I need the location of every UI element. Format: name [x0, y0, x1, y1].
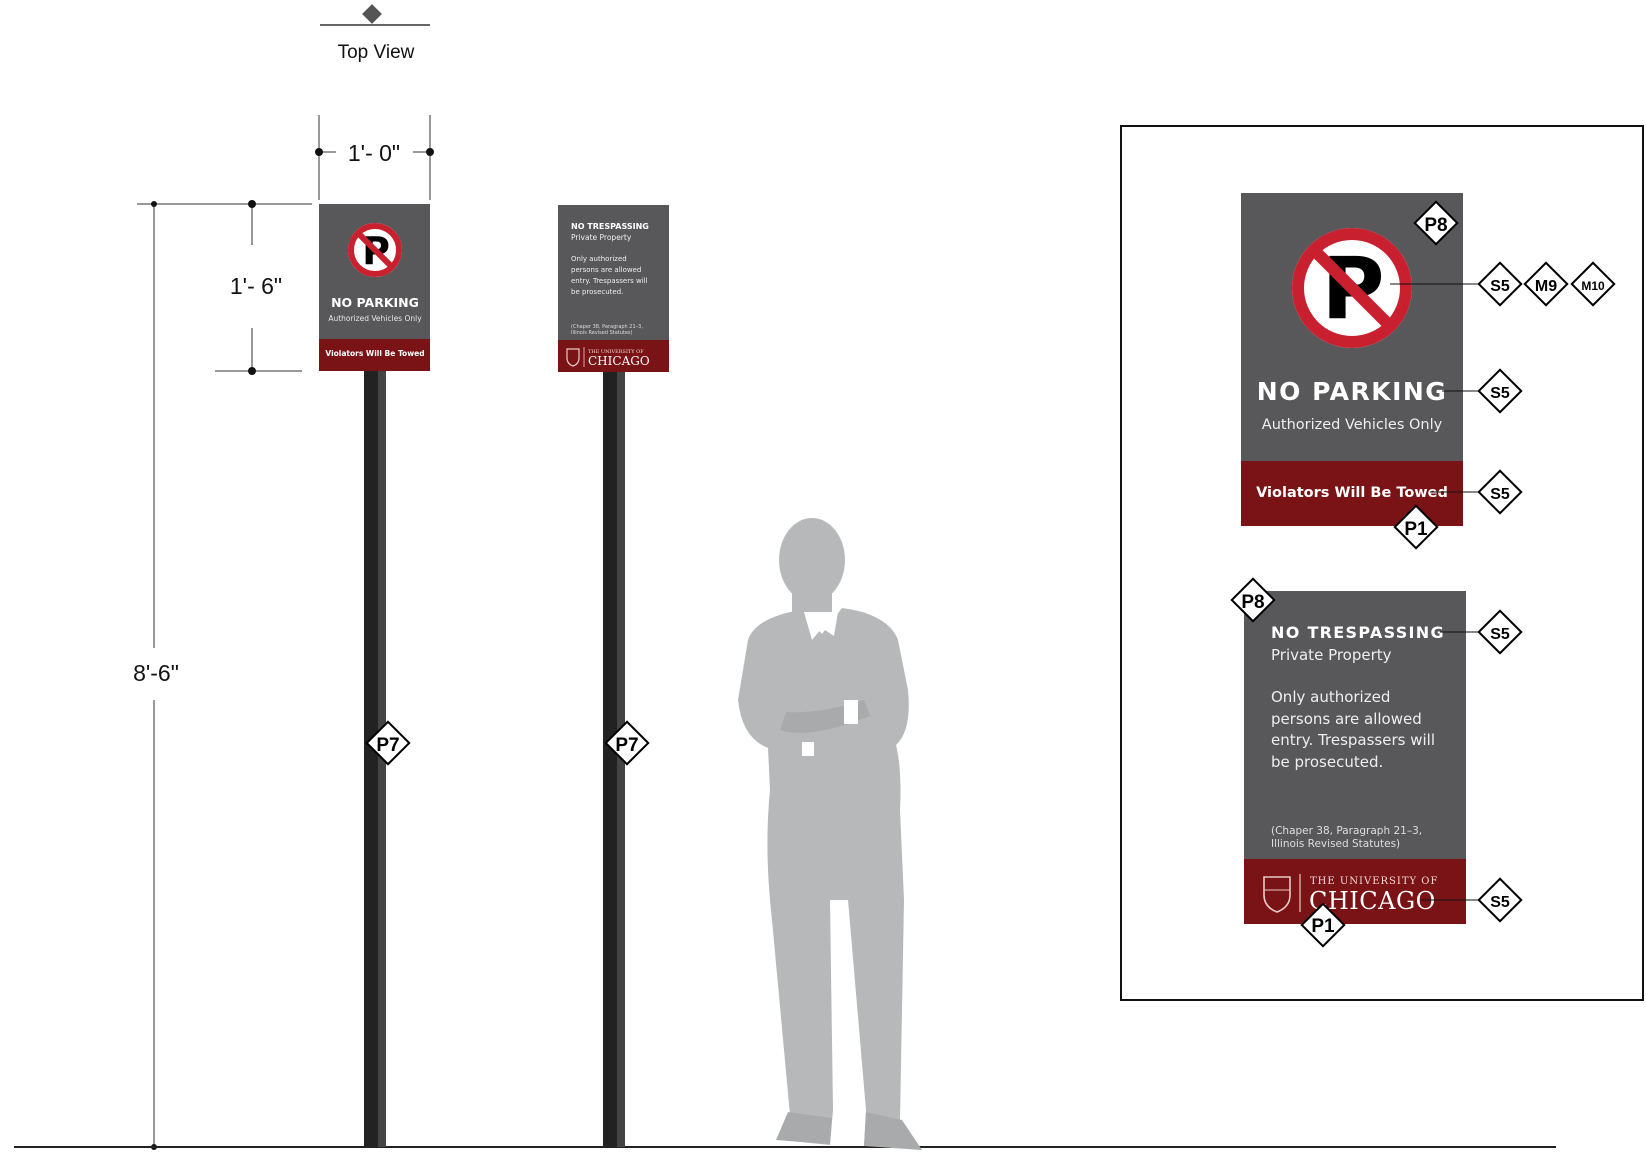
small-trespass-subtitle: Private Property	[571, 233, 632, 242]
large-no-parking-subtitle: Authorized Vehicles Only	[1262, 417, 1443, 433]
overall-height-label: 8'-6"	[133, 660, 179, 686]
signage-elevation-drawing: Top View 1'- 0" 1'- 6" 8'-6" NO PARKING …	[14, 4, 1644, 1150]
svg-text:P8: P8	[1424, 215, 1447, 236]
large-no-parking-sign: P NO PARKING Authorized Vehicles Only Vi…	[1241, 193, 1463, 526]
callout-s5: S5	[1477, 368, 1523, 414]
small-no-trespassing-sign: NO TRESPASSING Private Property Only aut…	[558, 205, 669, 372]
callout-m10: M10	[1570, 261, 1616, 307]
top-view-marker-icon	[362, 4, 382, 24]
top-view: Top View	[320, 4, 430, 63]
svg-text:S5: S5	[1490, 894, 1510, 911]
sign-height-dimension: 1'- 6"	[137, 200, 312, 375]
svg-text:S5: S5	[1490, 626, 1510, 643]
svg-text:S5: S5	[1490, 486, 1510, 503]
small-trespass-body-3: entry. Trespassers will	[571, 277, 648, 285]
svg-text:P8: P8	[1241, 592, 1264, 613]
small-uchicago-line2: CHICAGO	[588, 354, 650, 368]
svg-text:P1: P1	[1404, 519, 1428, 540]
svg-text:S5: S5	[1490, 278, 1510, 295]
small-trespass-citation-2: Illinois Revised Statutes)	[571, 330, 633, 336]
large-trespass-body-4: be prosecuted.	[1271, 753, 1383, 771]
uchicago-line1: THE UNIVERSITY OF	[1310, 876, 1438, 887]
width-dimension-label: 1'- 0"	[348, 140, 400, 166]
small-no-parking-title: NO PARKING	[331, 295, 419, 310]
callout-s5: S5	[1477, 469, 1523, 515]
svg-text:M9: M9	[1535, 278, 1557, 295]
human-silhouette-icon	[738, 518, 922, 1150]
large-trespass-subtitle: Private Property	[1271, 646, 1392, 664]
svg-text:S5: S5	[1490, 385, 1510, 402]
top-view-label: Top View	[338, 42, 415, 63]
large-no-parking-title: NO PARKING	[1257, 377, 1448, 406]
large-no-parking-icon: P	[1292, 228, 1412, 348]
svg-text:M10: M10	[1581, 279, 1605, 293]
small-trespass-title: NO TRESPASSING	[571, 222, 649, 231]
small-no-parking-footer: Violators Will Be Towed	[325, 349, 424, 358]
large-trespass-body-2: persons are allowed	[1271, 710, 1422, 728]
sign-height-label: 1'- 6"	[230, 273, 282, 299]
small-no-parking-subtitle: Authorized Vehicles Only	[328, 314, 422, 323]
large-trespass-citation-1: (Chaper 38, Paragraph 21–3,	[1271, 825, 1422, 837]
callout-m9: M9	[1523, 261, 1569, 307]
width-dimension: 1'- 0"	[315, 115, 434, 200]
callout-s5: S5	[1477, 609, 1523, 655]
large-no-trespassing-sign: NO TRESPASSING Private Property Only aut…	[1244, 591, 1466, 924]
callout-s5: S5	[1477, 877, 1523, 923]
svg-text:P1: P1	[1311, 916, 1335, 937]
callout-s5: S5	[1477, 261, 1523, 307]
post-no-trespassing: NO TRESPASSING Private Property Only aut…	[558, 205, 669, 1147]
large-trespass-body-3: entry. Trespassers will	[1271, 731, 1435, 749]
small-trespass-body-1: Only authorized	[571, 255, 627, 263]
small-no-parking-icon: P	[348, 223, 402, 277]
large-trespass-title: NO TRESPASSING	[1271, 623, 1445, 642]
large-no-parking-footer: Violators Will Be Towed	[1256, 485, 1448, 501]
post-no-parking: P NO PARKING Authorized Vehicles Only Vi…	[319, 204, 430, 1147]
small-trespass-body-4: be prosecuted.	[571, 288, 623, 296]
overall-height-dimension: 8'-6"	[133, 201, 179, 1150]
svg-text:P7: P7	[615, 735, 638, 756]
large-trespass-citation-2: Illinois Revised Statutes)	[1271, 838, 1400, 850]
small-no-parking-sign: P NO PARKING Authorized Vehicles Only Vi…	[319, 204, 430, 371]
small-trespass-body-2: persons are allowed	[571, 266, 641, 274]
svg-text:P7: P7	[376, 735, 399, 756]
large-trespass-body-1: Only authorized	[1271, 688, 1390, 706]
